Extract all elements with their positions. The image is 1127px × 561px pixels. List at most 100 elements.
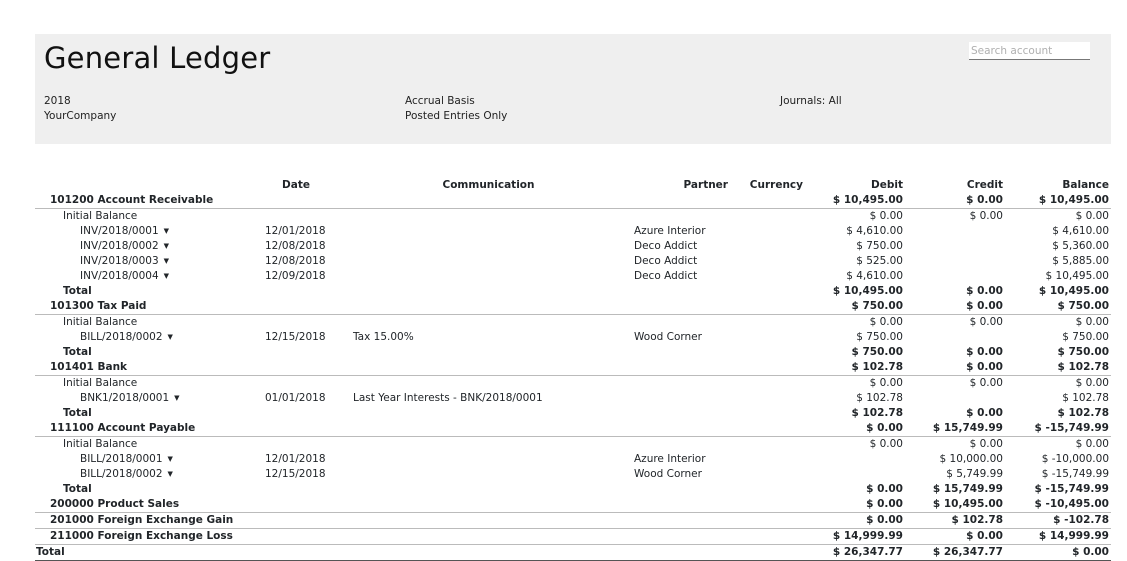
date-cell: [245, 544, 347, 561]
communication-cell: [347, 482, 630, 497]
row-label-text: BILL/2018/0002: [80, 331, 163, 343]
report-basis-info: Accrual Basis Posted Entries Only: [405, 94, 507, 124]
entry-row[interactable]: BILL/2018/0002 ▼ 12/15/2018 Wood Corner $ 5,…: [35, 467, 1111, 482]
currency-cell: [730, 376, 805, 392]
row-label-text: INV/2018/0004: [80, 270, 159, 282]
credit-cell: $ 15,749.99: [905, 421, 1005, 437]
row-label[interactable]: INV/2018/0003 ▼: [35, 254, 245, 269]
communication-cell: [347, 406, 630, 421]
debit-cell: $ 525.00: [856, 255, 903, 267]
entry-row[interactable]: BILL/2018/0002 ▼ 12/15/2018 Tax 15.00% Wood …: [35, 330, 1111, 345]
account-row[interactable]: 101300 Tax Paid $ 750.00 $ 0.00 $ 750.00: [35, 299, 1111, 315]
date-cell: [245, 315, 347, 331]
currency-cell: [730, 330, 805, 345]
communication-cell: [347, 315, 630, 331]
caret-down-icon[interactable]: ▼: [174, 394, 179, 402]
debit-cell: $ 4,610.00: [846, 225, 903, 237]
date-cell: [245, 482, 347, 497]
communication-cell: [347, 284, 630, 299]
communication-cell: [347, 437, 630, 453]
communication-cell: [347, 239, 630, 254]
account-row[interactable]: 201000 Foreign Exchange Gain $ 0.00 $ 102.…: [35, 512, 1111, 529]
row-label[interactable]: BILL/2018/0002 ▼: [35, 467, 245, 482]
credit-cell: $ 0.00: [905, 528, 1005, 545]
communication-cell: [347, 345, 630, 360]
partner-cell: [630, 209, 730, 225]
date-cell: 12/08/2018: [265, 255, 326, 267]
entry-row[interactable]: INV/2018/0002 ▼ 12/08/2018 Deco Addict $ 750…: [35, 239, 1111, 254]
search-account-input[interactable]: [969, 42, 1090, 60]
debit-cell: $ 102.78: [805, 360, 905, 376]
row-label[interactable]: BNK1/2018/0001 ▼: [35, 391, 245, 406]
credit-cell: $ 0.00: [969, 210, 1003, 222]
communication-cell: [347, 544, 630, 561]
currency-cell: [730, 467, 805, 482]
row-label-text: BILL/2018/0001: [80, 453, 163, 465]
credit-cell: [905, 224, 1005, 239]
caret-down-icon[interactable]: ▼: [168, 470, 173, 478]
partner-cell: Azure Interior: [634, 453, 706, 465]
account-total-row: Total $ 750.00 $ 0.00 $ 750.00: [35, 345, 1111, 360]
date-cell: 12/01/2018: [265, 225, 326, 237]
entry-row[interactable]: BNK1/2018/0001 ▼ 01/01/2018 Last Year Inter…: [35, 391, 1111, 406]
col-currency-header: Currency: [749, 179, 803, 191]
balance-cell: $ 10,495.00: [1005, 193, 1111, 209]
report-journals-info: Journals: All: [780, 94, 842, 109]
communication-cell: [347, 360, 630, 376]
entry-row[interactable]: INV/2018/0004 ▼ 12/09/2018 Deco Addict $ 4,6…: [35, 269, 1111, 284]
date-cell: 12/09/2018: [265, 270, 326, 282]
row-label[interactable]: INV/2018/0001 ▼: [35, 224, 245, 239]
row-label-text: Total: [63, 346, 92, 358]
currency-cell: [730, 497, 805, 513]
debit-cell: $ 0.00: [805, 421, 905, 437]
communication-cell: Tax 15.00%: [353, 331, 414, 343]
credit-cell: $ 0.00: [966, 407, 1003, 419]
col-communication-header: Communication: [442, 179, 535, 191]
row-label-text: Total: [63, 483, 92, 495]
caret-down-icon[interactable]: ▼: [164, 272, 169, 280]
caret-down-icon[interactable]: ▼: [168, 455, 173, 463]
row-label-text: INV/2018/0002: [80, 240, 159, 252]
entry-row[interactable]: INV/2018/0003 ▼ 12/08/2018 Deco Addict $ 525…: [35, 254, 1111, 269]
currency-cell: [730, 512, 805, 529]
credit-cell: [905, 269, 1005, 284]
account-row[interactable]: 101200 Account Receivable $ 10,495.00 $ 0.…: [35, 193, 1111, 209]
date-cell: [245, 209, 347, 225]
caret-down-icon[interactable]: ▼: [164, 227, 169, 235]
row-label-text: 201000 Foreign Exchange Gain: [50, 514, 234, 526]
row-label[interactable]: BILL/2018/0001 ▼: [35, 452, 245, 467]
communication-cell: [347, 497, 630, 513]
communication-cell: [347, 512, 630, 529]
account-row[interactable]: 101401 Bank $ 102.78 $ 0.00 $ 102.78: [35, 360, 1111, 376]
row-label: 101300 Tax Paid: [35, 299, 245, 315]
communication-cell: [347, 269, 630, 284]
currency-cell: [730, 239, 805, 254]
account-row[interactable]: 111100 Account Payable $ 0.00 $ 15,749.99 $…: [35, 421, 1111, 437]
credit-cell: [905, 391, 1005, 406]
caret-down-icon[interactable]: ▼: [168, 333, 173, 341]
balance-cell: $ 0.00: [1075, 438, 1109, 450]
col-partner-header: Partner: [683, 179, 728, 191]
col-balance-header: Balance: [1062, 179, 1109, 191]
partner-cell: [630, 315, 730, 331]
date-cell: [245, 421, 347, 437]
balance-cell: $ 10,495.00: [1038, 285, 1109, 297]
debit-cell: $ 750.00: [856, 240, 903, 252]
row-label-text: Total: [63, 285, 92, 297]
caret-down-icon[interactable]: ▼: [164, 257, 169, 265]
entry-row[interactable]: BILL/2018/0001 ▼ 12/01/2018 Azure Interior $…: [35, 452, 1111, 467]
entry-row[interactable]: INV/2018/0001 ▼ 12/01/2018 Azure Interior $ …: [35, 224, 1111, 239]
balance-cell: $ -15,749.99: [1034, 483, 1109, 495]
row-label[interactable]: INV/2018/0004 ▼: [35, 269, 245, 284]
partner-cell: [630, 512, 730, 529]
row-label[interactable]: BILL/2018/0002 ▼: [35, 330, 245, 345]
currency-cell: [730, 437, 805, 453]
account-row[interactable]: 211000 Foreign Exchange Loss $ 14,999.99 $…: [35, 528, 1111, 545]
account-total-row: Total $ 102.78 $ 0.00 $ 102.78: [35, 406, 1111, 421]
debit-cell: $ 4,610.00: [846, 270, 903, 282]
date-cell: [245, 376, 347, 392]
partner-cell: Deco Addict: [634, 255, 698, 267]
account-row[interactable]: 200000 Product Sales $ 0.00 $ 10,495.00 $ -…: [35, 497, 1111, 513]
caret-down-icon[interactable]: ▼: [164, 242, 169, 250]
row-label[interactable]: INV/2018/0002 ▼: [35, 239, 245, 254]
